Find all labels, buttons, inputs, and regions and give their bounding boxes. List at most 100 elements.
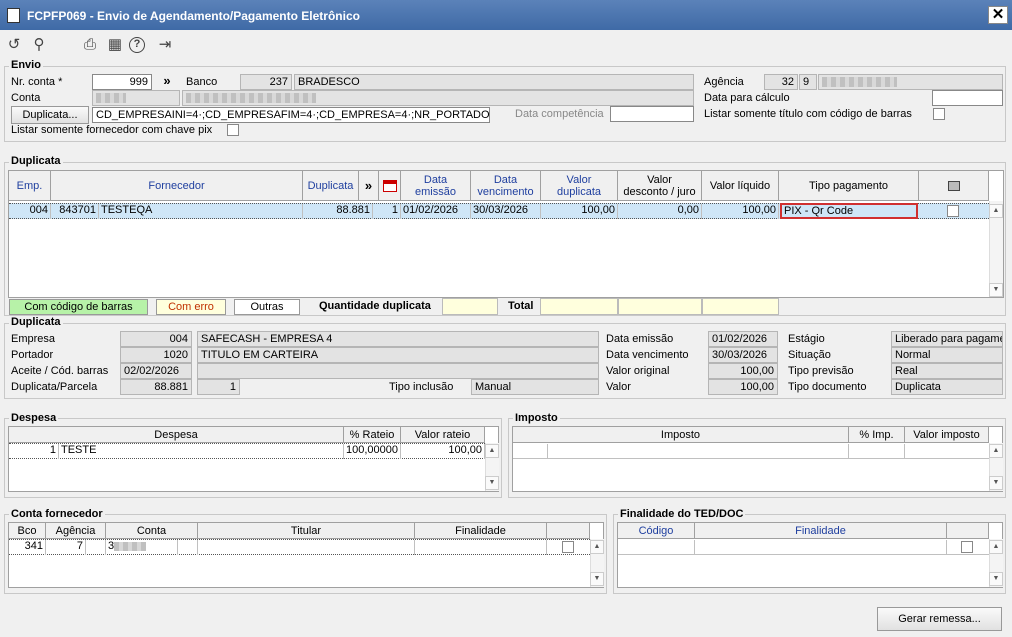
listar-codbarras-label: Listar somente título com código de barr… xyxy=(704,108,912,120)
col-tipo-pagamento[interactable]: Tipo pagamento xyxy=(779,171,919,201)
imposto-pct xyxy=(849,444,905,459)
data-competencia-label: Data competência xyxy=(515,108,604,120)
listar-pix-label: Listar somente fornecedor com chave pix xyxy=(11,124,213,136)
total-valor-duplicata xyxy=(540,298,618,315)
window-title-bar: FCPFP069 - Envio de Agendamento/Pagament… xyxy=(0,0,1012,30)
col-finalidade-desc[interactable]: Finalidade xyxy=(695,523,947,539)
nr-conta-lookup-button[interactable]: » xyxy=(156,74,178,90)
col-pct-imp[interactable]: % Imp. xyxy=(849,427,905,443)
col-valor-duplicata[interactable]: Valor duplicata xyxy=(541,171,618,201)
scroll-down-icon[interactable]: ▼ xyxy=(590,572,604,586)
row-valor-desconto: 0,00 xyxy=(618,204,702,219)
col-data-emissao[interactable]: Data emissão xyxy=(401,171,471,201)
gerar-remessa-button[interactable]: Gerar remessa... xyxy=(877,607,1002,631)
help-icon[interactable]: ? xyxy=(129,37,145,53)
data-vencimento-label: Data vencimento xyxy=(606,349,689,361)
despesa-rateio: 100,00000 xyxy=(344,444,401,459)
col-valor-imposto[interactable]: Valor imposto xyxy=(905,427,989,443)
situacao-value: Normal xyxy=(891,347,1003,363)
col-rateio[interactable]: % Rateio xyxy=(344,427,401,443)
row-emp: 004 xyxy=(9,204,51,219)
col-emp[interactable]: Emp. xyxy=(9,171,51,201)
scroll-down-icon[interactable]: ▼ xyxy=(989,572,1003,586)
valor-label: Valor xyxy=(606,381,631,393)
finalidade-codigo xyxy=(618,540,695,555)
calendar-icon[interactable]: ▦ xyxy=(104,34,126,56)
banco-code: 237 xyxy=(240,74,292,90)
col-select-all[interactable] xyxy=(919,171,989,201)
col-finalidade-check[interactable] xyxy=(947,523,989,539)
agencia-label: Agência xyxy=(704,76,744,88)
data-calculo-input[interactable] xyxy=(932,90,1003,106)
col-data-vencimento[interactable]: Data vencimento xyxy=(471,171,541,201)
banco-name: BRADESCO xyxy=(294,74,694,90)
valor-original-value: 100,00 xyxy=(708,363,778,379)
col-arrow[interactable]: » xyxy=(359,171,379,201)
conta-label: Conta xyxy=(11,92,41,104)
quantidade-field xyxy=(442,298,498,315)
duplicata-filter-button[interactable]: Duplicata... xyxy=(11,106,89,124)
conta-select-checkbox[interactable] xyxy=(562,541,574,553)
scroll-up-icon[interactable]: ▲ xyxy=(590,540,604,554)
col-despesa[interactable]: Despesa xyxy=(9,427,344,443)
data-vencimento-value: 30/03/2026 xyxy=(708,347,778,363)
undo-icon[interactable]: ↺ xyxy=(3,34,25,56)
finalidade-select-checkbox[interactable] xyxy=(961,541,973,553)
search-icon[interactable]: ⚲ xyxy=(28,34,50,56)
toolbar: ↺ ⚲ ⎙ ▦ ? ⇥ xyxy=(0,30,1012,60)
scroll-down-icon[interactable]: ▼ xyxy=(989,283,1003,297)
cod-barras-value xyxy=(197,363,599,379)
estagio-label: Estágio xyxy=(788,333,825,345)
close-button[interactable]: ✕ xyxy=(988,6,1008,24)
print-icon[interactable]: ⎙ xyxy=(79,34,101,56)
portador-name: TITULO EM CARTEIRA xyxy=(197,347,599,363)
row-valor-liquido: 100,00 xyxy=(702,204,779,219)
duplicata-detail-title: Duplicata xyxy=(9,316,63,328)
select-all-icon xyxy=(947,180,960,191)
col-valor-desconto[interactable]: Valor desconto / juro xyxy=(618,171,702,201)
nr-conta-label: Nr. conta * xyxy=(11,76,63,88)
agencia-code: 32 xyxy=(764,74,798,90)
scroll-up-icon[interactable]: ▲ xyxy=(989,204,1003,218)
aceite-value: 02/02/2026 xyxy=(120,363,192,379)
col-fornecedor[interactable]: Fornecedor xyxy=(51,171,303,201)
col-bco[interactable]: Bco xyxy=(9,523,46,539)
empresa-code: 004 xyxy=(120,331,192,347)
col-imposto[interactable]: Imposto xyxy=(513,427,849,443)
scroll-down-icon[interactable]: ▼ xyxy=(989,476,1003,490)
exit-icon[interactable]: ⇥ xyxy=(154,34,176,56)
portador-code: 1020 xyxy=(120,347,192,363)
scroll-up-icon[interactable]: ▲ xyxy=(485,444,499,458)
data-competencia-input[interactable] xyxy=(610,106,694,122)
filter-text-field[interactable]: CD_EMPRESAINI=4·;CD_EMPRESAFIM=4·;CD_EMP… xyxy=(92,107,490,123)
col-agencia[interactable]: Agência xyxy=(46,523,106,539)
col-check[interactable] xyxy=(547,523,590,539)
col-conta[interactable]: Conta xyxy=(106,523,198,539)
total-valor-liquido xyxy=(702,298,779,315)
col-finalidade[interactable]: Finalidade xyxy=(415,523,547,539)
quantidade-label: Quantidade duplicata xyxy=(319,300,431,312)
col-valor-liquido[interactable]: Valor líquido xyxy=(702,171,779,201)
listar-codbarras-checkbox[interactable] xyxy=(933,108,945,120)
conta-name xyxy=(182,90,694,106)
row-select-checkbox[interactable] xyxy=(947,205,959,217)
row-parcela: 1 xyxy=(373,204,401,219)
row-tipo-pagamento[interactable]: PIX - Qr Code xyxy=(780,203,918,219)
total-label: Total xyxy=(508,300,534,312)
listar-pix-checkbox[interactable] xyxy=(227,124,239,136)
col-titular[interactable]: Titular xyxy=(198,523,415,539)
tipo-inclusao-value: Manual xyxy=(471,379,599,395)
scroll-up-icon[interactable]: ▲ xyxy=(989,540,1003,554)
banco-label: Banco xyxy=(186,76,218,88)
imposto-title: Imposto xyxy=(513,412,560,424)
conta-finalidade xyxy=(415,540,547,555)
scroll-up-icon[interactable]: ▲ xyxy=(989,444,1003,458)
col-codigo[interactable]: Código xyxy=(618,523,695,539)
col-duplicata[interactable]: Duplicata xyxy=(303,171,359,201)
scroll-down-icon[interactable]: ▼ xyxy=(485,476,499,490)
col-valor-rateio[interactable]: Valor rateio xyxy=(401,427,485,443)
nr-conta-input[interactable]: 999 xyxy=(92,74,152,90)
row-valor-duplicata: 100,00 xyxy=(541,204,618,219)
row-forn-name: TESTEQA xyxy=(99,204,303,219)
col-calendar[interactable] xyxy=(379,171,401,201)
